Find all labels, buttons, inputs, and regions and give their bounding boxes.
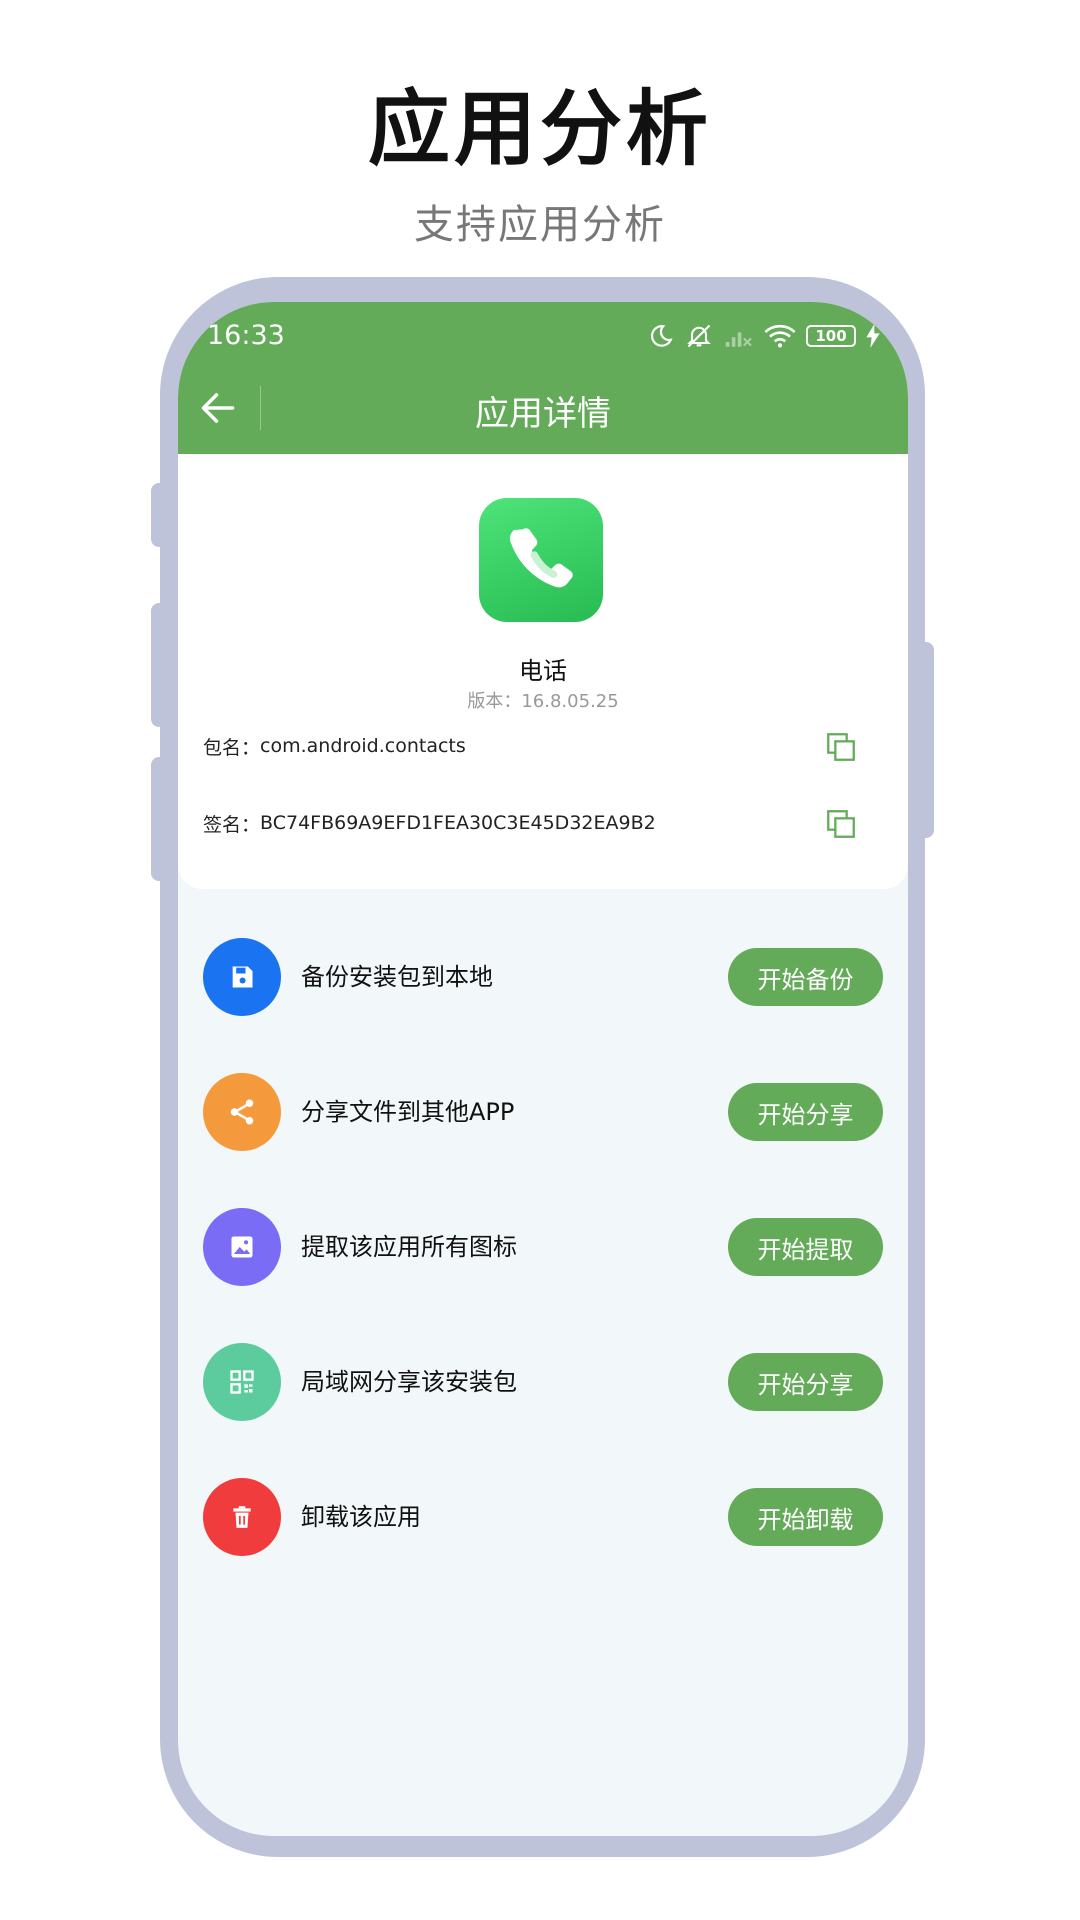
app-info-card: 电话 版本：16.8.05.25 包名： com.android.contact… — [178, 454, 908, 889]
action-label: 提取该应用所有图标 — [301, 1233, 517, 1261]
action-label: 卸载该应用 — [301, 1503, 421, 1531]
action-row-share: 分享文件到其他APP 开始分享 — [203, 1073, 883, 1151]
start-lan-share-button[interactable]: 开始分享 — [728, 1353, 883, 1411]
charging-icon — [866, 324, 880, 348]
signature-row: 签名： BC74FB69A9EFD1FEA30C3E45D32EA9B2 — [203, 803, 883, 843]
signal-icon — [725, 332, 752, 347]
trash-icon — [203, 1478, 281, 1556]
action-row-backup: 备份安装包到本地 开始备份 — [203, 938, 883, 1016]
start-extract-button[interactable]: 开始提取 — [728, 1218, 883, 1276]
battery-level: 100 — [815, 326, 847, 345]
action-label: 分享文件到其他APP — [301, 1098, 515, 1126]
battery-icon: 100 — [806, 325, 856, 347]
copy-icon[interactable] — [824, 730, 858, 764]
status-icons: 100 — [648, 320, 880, 352]
qr-code-icon — [203, 1343, 281, 1421]
action-row-lan-share: 局域网分享该安装包 开始分享 — [203, 1343, 883, 1421]
phone-icon — [509, 528, 573, 588]
signature-label: 签名： — [203, 813, 261, 836]
action-row-uninstall: 卸载该应用 开始卸载 — [203, 1478, 883, 1556]
status-time: 16:33 — [207, 320, 285, 351]
image-icon — [203, 1208, 281, 1286]
copy-icon[interactable] — [824, 807, 858, 841]
signature-value: BC74FB69A9EFD1FEA30C3E45D32EA9B2 — [260, 812, 656, 834]
moon-icon — [651, 325, 673, 347]
start-uninstall-button[interactable]: 开始卸载 — [728, 1488, 883, 1546]
wifi-icon — [764, 324, 796, 348]
action-label: 备份安装包到本地 — [301, 963, 493, 991]
app-header: 16:33 100 应用详情 — [178, 302, 908, 454]
package-value: com.android.contacts — [260, 735, 466, 757]
hero-subtitle: 支持应用分析 — [414, 202, 666, 248]
action-label: 局域网分享该安装包 — [301, 1368, 517, 1396]
phone-screen: 16:33 100 应用详情 电话 版本：16.8.05.25 包名： com.… — [178, 302, 908, 1836]
package-label: 包名： — [203, 736, 261, 759]
app-name: 电话 — [519, 657, 567, 685]
share-icon — [203, 1073, 281, 1151]
hero-title: 应用分析 — [367, 82, 712, 177]
mute-icon — [687, 324, 711, 348]
page-title: 应用详情 — [475, 394, 611, 434]
action-row-extract-icons: 提取该应用所有图标 开始提取 — [203, 1208, 883, 1286]
save-icon — [203, 938, 281, 1016]
app-icon — [479, 498, 603, 622]
app-version: 版本：16.8.05.25 — [467, 691, 619, 712]
package-row: 包名： com.android.contacts — [203, 726, 883, 766]
start-share-button[interactable]: 开始分享 — [728, 1083, 883, 1141]
start-backup-button[interactable]: 开始备份 — [728, 948, 883, 1006]
